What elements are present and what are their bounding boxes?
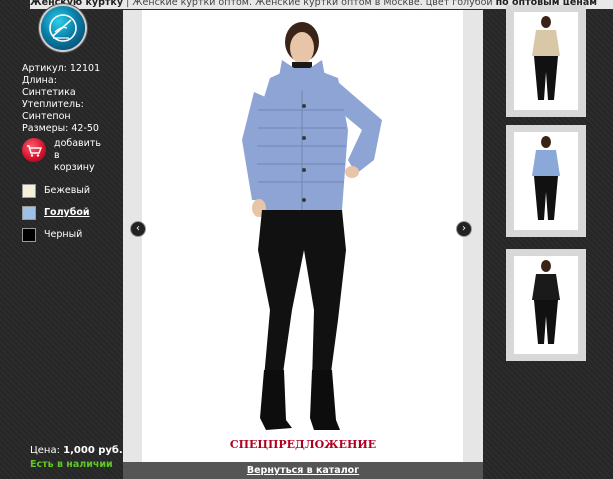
thumbnail-image	[514, 132, 578, 230]
product-info: Артикул: 12101 Длина: Синтетика Утеплите…	[22, 63, 122, 135]
length-value: Синтетика	[22, 87, 76, 98]
price-value: 1,000 руб.	[63, 445, 123, 456]
chevron-right-icon[interactable]: ›	[456, 221, 472, 237]
article-number: Артикул: 12101	[22, 63, 101, 74]
color-label: Бежевый	[44, 185, 91, 196]
logo-icon	[49, 14, 77, 42]
image-viewer: ‹ › СПЕЦПРЕДЛОЖЕНИЕ Вернуться в каталог	[123, 10, 483, 479]
cart-icon	[22, 138, 46, 162]
insulation-value: Синтепон	[22, 111, 71, 122]
length-label: Длина:	[22, 75, 57, 86]
insulation-label: Утеплитель:	[22, 99, 84, 110]
thumbnail-black[interactable]	[506, 249, 586, 361]
chevron-left-icon[interactable]: ‹	[130, 221, 146, 237]
title-rest: | Женские куртки оптом. Женские куртки о…	[123, 0, 496, 8]
color-label: Голубой	[44, 207, 90, 218]
back-to-catalog-link[interactable]: Вернуться в каталог	[247, 465, 359, 476]
brand-logo[interactable]	[41, 6, 85, 50]
sizes: Размеры: 42-50	[22, 123, 99, 134]
color-swatch	[22, 184, 36, 198]
main-product-image	[142, 10, 463, 462]
model-photo	[242, 22, 382, 430]
special-offer-label: СПЕЦПРЕДЛОЖЕНИЕ	[229, 438, 377, 451]
stock-status: Есть в наличии	[30, 459, 113, 470]
back-bar: Вернуться в каталог	[123, 462, 483, 479]
add-to-cart-label: добавить в корзину	[54, 138, 101, 173]
thumbnail-image	[514, 12, 578, 110]
price: Цена: 1,000 руб.	[30, 445, 123, 456]
thumbnail-image	[514, 256, 578, 354]
color-label: Черный	[44, 229, 83, 240]
color-swatch	[22, 228, 36, 242]
color-swatch	[22, 206, 36, 220]
price-label: Цена:	[30, 445, 60, 456]
thumbnail-beige[interactable]	[506, 5, 586, 117]
thumbnail-blue[interactable]	[506, 125, 586, 237]
add-to-cart-button[interactable]: добавить в корзину	[22, 138, 122, 178]
